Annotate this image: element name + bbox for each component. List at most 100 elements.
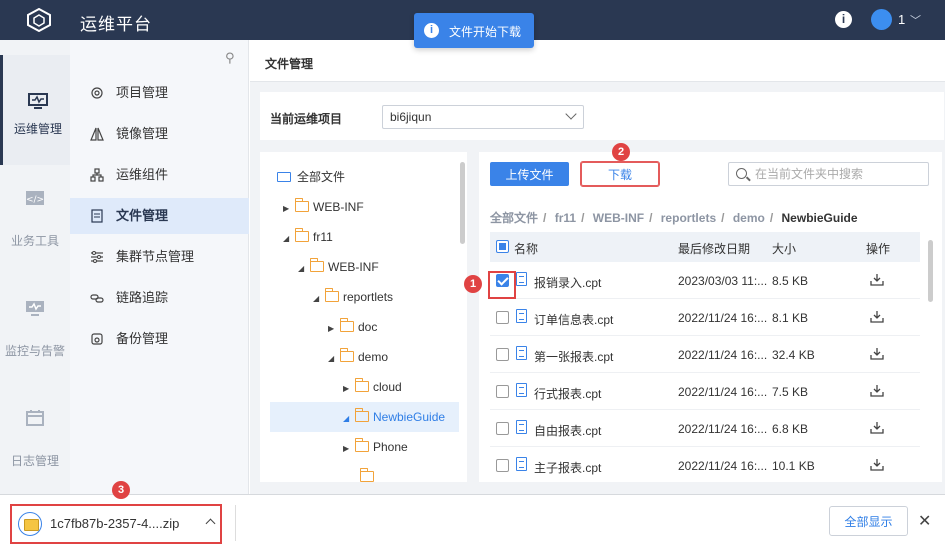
row-checkbox[interactable]	[496, 348, 509, 361]
file-name[interactable]: 自由报表.cpt	[534, 422, 601, 439]
tree-node-label: doc	[358, 320, 378, 334]
download-icon[interactable]	[870, 274, 884, 286]
breadcrumb-item[interactable]: demo	[733, 211, 765, 225]
download-filename[interactable]: 1c7fb87b-2357-4....zip	[50, 516, 179, 531]
nav-monitoring-alerts[interactable]: 监控与告警	[0, 275, 70, 385]
caret-right-icon[interactable]: ▶	[328, 314, 338, 344]
upload-file-button[interactable]: 上传文件	[490, 162, 569, 186]
document-icon	[91, 209, 103, 223]
caret-down-icon[interactable]: ◢	[328, 344, 338, 374]
file-name[interactable]: 行式报表.cpt	[534, 385, 601, 402]
tree-node[interactable]: ◢ demo	[328, 342, 388, 372]
row-checkbox[interactable]	[496, 422, 509, 435]
file-name[interactable]: 报销录入.cpt	[534, 274, 601, 291]
submenu-item-projects[interactable]: 项目管理	[70, 75, 249, 111]
column-header-size[interactable]: 大小	[772, 240, 796, 257]
search-icon	[736, 168, 747, 179]
show-all-downloads-button[interactable]: 全部显示	[829, 506, 908, 536]
caret-right-icon[interactable]: ▶	[283, 194, 293, 224]
tree-node-partial[interactable]	[358, 462, 378, 482]
submenu-item-images[interactable]: 镜像管理	[70, 116, 249, 152]
tree-node-selected[interactable]: ◢ NewbieGuide	[270, 402, 459, 432]
report-file-icon	[516, 346, 527, 360]
file-name[interactable]: 第一张报表.cpt	[534, 348, 613, 365]
submenu-item-tracing[interactable]: 链路追踪	[70, 280, 249, 316]
divider	[235, 505, 236, 541]
caret-down-icon[interactable]: ◢	[313, 284, 323, 314]
table-row[interactable]: 自由报表.cpt 2022/11/24 16:... 6.8 KB	[490, 410, 920, 447]
select-all-checkbox[interactable]	[496, 240, 509, 253]
annotation-badge: 3	[112, 481, 130, 499]
user-name[interactable]: 1	[898, 12, 905, 27]
cube-logo-icon[interactable]	[26, 8, 52, 32]
folder-tree: 全部文件 ▶ WEB-INF ◢ fr11 ◢ WEB-INF ◢ reportlets…	[260, 152, 467, 482]
table-row[interactable]: 订单信息表.cpt 2022/11/24 16:... 8.1 KB	[490, 299, 920, 336]
breadcrumb-item[interactable]: fr11	[555, 211, 576, 225]
download-icon[interactable]	[870, 348, 884, 360]
submenu-item-files[interactable]: 文件管理	[70, 198, 249, 234]
file-size: 8.5 KB	[772, 274, 809, 288]
breadcrumb-separator: /	[543, 211, 547, 225]
tree-node[interactable]: ▶ WEB-INF	[283, 192, 364, 222]
folder-icon	[355, 378, 369, 393]
submenu-item-components[interactable]: 运维组件	[70, 157, 249, 193]
folder-search-box[interactable]	[728, 162, 929, 186]
table-row[interactable]: 主子报表.cpt 2022/11/24 16:... 10.1 KB	[490, 447, 920, 482]
chevron-up-icon[interactable]	[205, 518, 216, 529]
tree-node[interactable]: ▶ doc	[328, 312, 377, 342]
file-name[interactable]: 主子报表.cpt	[534, 459, 601, 476]
pin-icon[interactable]: ⚲	[225, 50, 235, 66]
breadcrumb-item[interactable]: WEB-INF	[593, 211, 644, 225]
tree-node[interactable]: ◢ WEB-INF	[298, 252, 379, 282]
file-size: 7.5 KB	[772, 385, 809, 399]
info-icon: i	[424, 23, 439, 38]
tree-scrollbar[interactable]	[460, 162, 465, 244]
download-icon[interactable]	[870, 385, 884, 397]
calendar-icon	[26, 410, 44, 426]
info-icon[interactable]: i	[835, 11, 852, 28]
caret-down-icon[interactable]: ◢	[283, 224, 293, 254]
table-row[interactable]: 报销录入.cpt 2023/03/03 11:... 8.5 KB	[490, 262, 920, 299]
table-row[interactable]: 行式报表.cpt 2022/11/24 16:... 7.5 KB	[490, 373, 920, 410]
folder-icon	[355, 438, 369, 453]
row-checkbox[interactable]	[496, 459, 509, 472]
breadcrumb-item[interactable]: reportlets	[661, 211, 716, 225]
folder-search-input[interactable]	[755, 166, 925, 182]
submenu-item-cluster-nodes[interactable]: 集群节点管理	[70, 239, 249, 275]
nav-ops-management[interactable]: 运维管理	[0, 55, 70, 165]
row-checkbox[interactable]	[496, 385, 509, 398]
submenu-label: 镜像管理	[116, 126, 169, 141]
tree-node[interactable]: ◢ fr11	[283, 222, 333, 252]
report-file-icon	[516, 383, 527, 397]
download-button[interactable]: 下载	[580, 161, 660, 187]
table-scrollbar[interactable]	[928, 240, 933, 302]
nav-business-tools[interactable]: </> 业务工具	[0, 165, 70, 275]
breadcrumb-item[interactable]: 全部文件	[490, 211, 538, 225]
caret-right-icon[interactable]: ▶	[343, 374, 353, 404]
close-icon[interactable]: ✕	[918, 511, 931, 531]
tree-node[interactable]: ▶ Phone	[343, 432, 408, 462]
table-row[interactable]: 第一张报表.cpt 2022/11/24 16:... 32.4 KB	[490, 336, 920, 373]
file-name[interactable]: 订单信息表.cpt	[534, 311, 613, 328]
caret-right-icon[interactable]: ▶	[343, 434, 353, 464]
download-item[interactable]: 1c7fb87b-2357-4....zip	[10, 504, 222, 544]
tree-node[interactable]: ◢ reportlets	[313, 282, 393, 312]
row-checkbox[interactable]	[496, 311, 509, 324]
tree-node[interactable]: ▶ cloud	[343, 372, 402, 402]
project-select[interactable]: bi6jiqun	[382, 105, 584, 129]
nav-log-management[interactable]: 日志管理	[0, 385, 70, 495]
tree-node-all-files[interactable]: 全部文件	[275, 162, 345, 192]
user-avatar-icon[interactable]	[871, 9, 892, 30]
download-icon[interactable]	[870, 311, 884, 323]
download-icon[interactable]	[870, 422, 884, 434]
download-icon[interactable]	[870, 459, 884, 471]
caret-down-icon[interactable]: ◢	[298, 254, 308, 284]
file-size: 6.8 KB	[772, 422, 809, 436]
submenu-item-backup[interactable]: 备份管理	[70, 321, 249, 357]
chevron-down-icon[interactable]: ﹀	[910, 12, 921, 28]
nav-label: 运维管理	[13, 122, 62, 136]
column-header-modified[interactable]: 最后修改日期	[678, 240, 750, 257]
tree-node-label: cloud	[373, 380, 402, 394]
column-header-name[interactable]: 名称	[514, 240, 538, 257]
caret-down-icon[interactable]: ◢	[343, 404, 353, 434]
